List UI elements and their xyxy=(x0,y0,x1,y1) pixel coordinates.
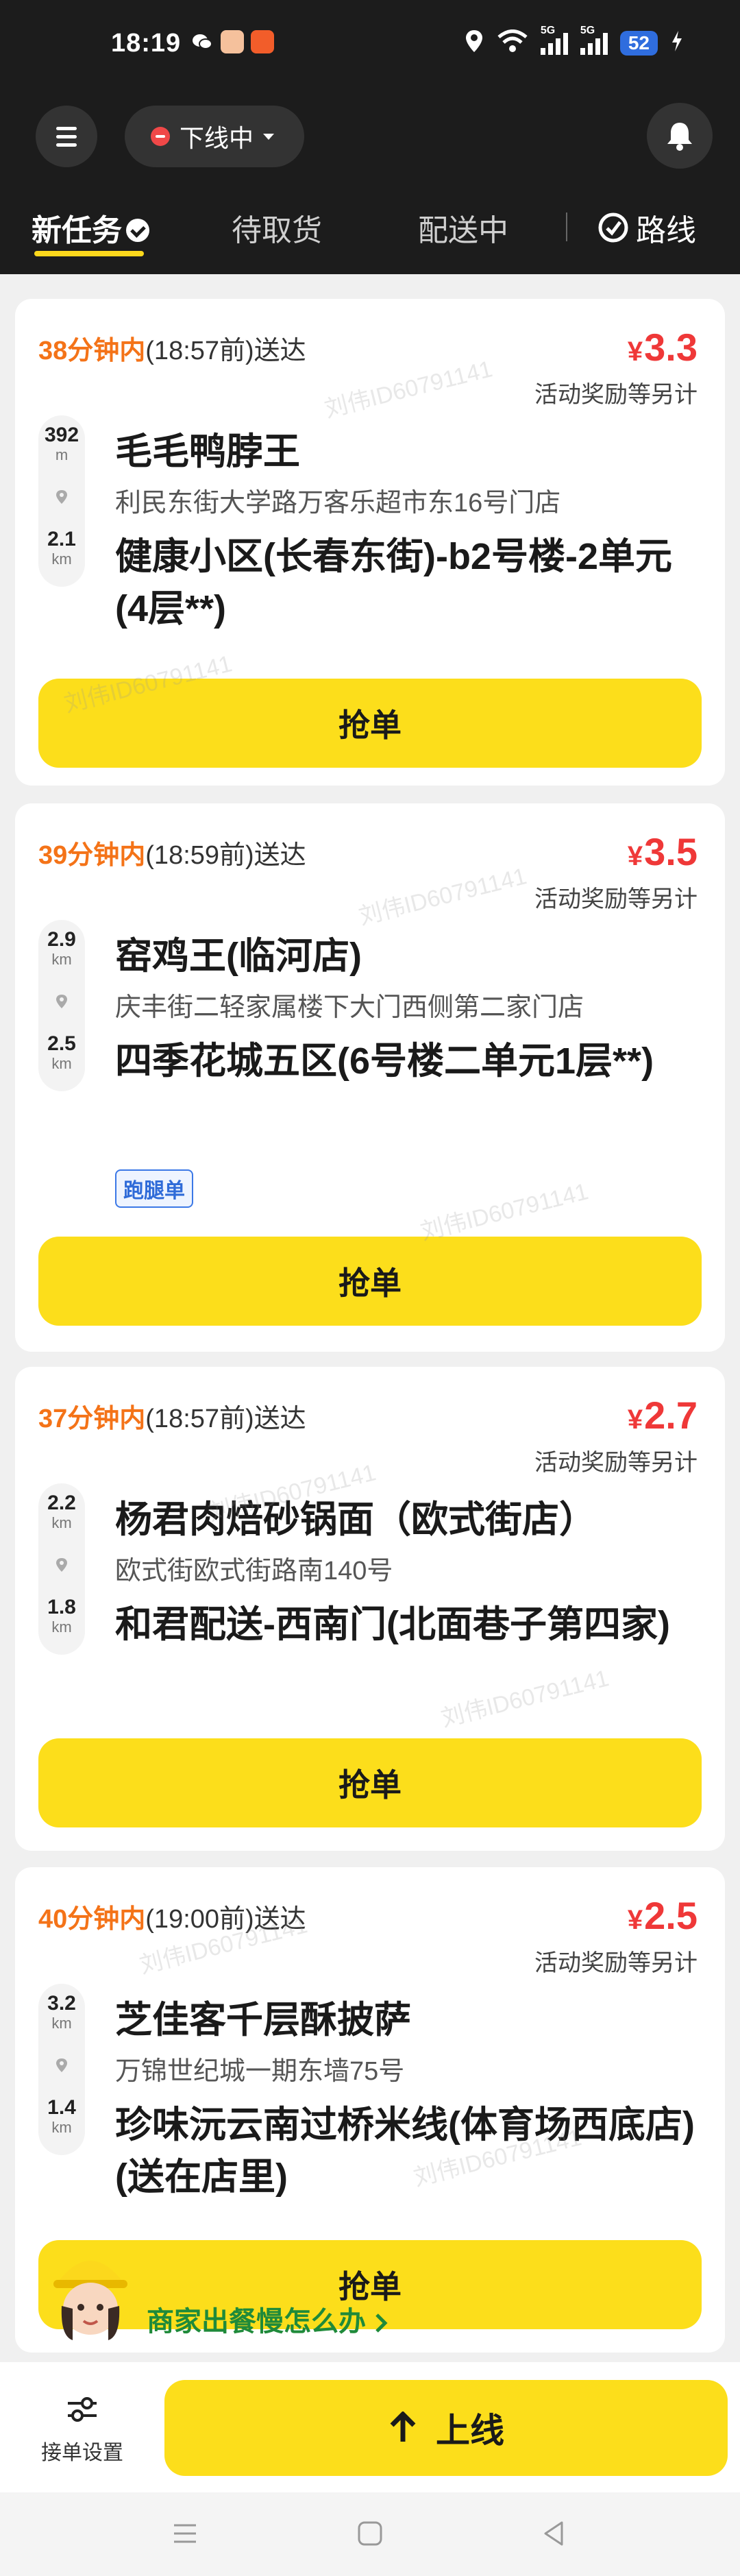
pickup-distance: 3.2 km xyxy=(47,1992,76,2032)
courier-avatar-icon xyxy=(53,2261,127,2340)
store-address: 欧式街欧式街路南140号 xyxy=(115,1557,393,1585)
bonus-note: 活动奖励等另计 xyxy=(534,1950,698,1976)
route-button[interactable]: 路线 xyxy=(597,206,696,250)
bonus-note: 活动奖励等另计 xyxy=(534,886,698,912)
distance-track: 2.2 km 1.8 km xyxy=(38,1483,85,1655)
store-name: 毛毛鸭脖王 xyxy=(115,431,300,472)
chevron-right-icon xyxy=(375,2313,388,2333)
pin-icon xyxy=(56,1558,67,1572)
back-icon[interactable] xyxy=(539,2518,569,2549)
location-icon xyxy=(464,29,484,57)
destination-address: 健康小区(长春东街)-b2号楼-2单元(4层**) xyxy=(115,536,672,629)
wechat-icon xyxy=(190,30,214,53)
app-store-icon xyxy=(251,30,274,53)
bonus-note: 活动奖励等另计 xyxy=(534,382,698,408)
charging-icon xyxy=(670,29,684,56)
delivery-deadline: 40分钟内(19:00前)送达 xyxy=(38,1905,306,1934)
order-settings-button[interactable]: 接单设置 xyxy=(27,2394,137,2466)
grab-order-button[interactable]: 抢单 xyxy=(38,679,702,768)
order-price: ¥3.5 xyxy=(627,830,698,873)
grab-order-button[interactable]: 抢单 xyxy=(38,1738,702,1827)
delivery-deadline: 37分钟内(18:57前)送达 xyxy=(38,1405,306,1433)
arrow-up-icon xyxy=(390,2411,416,2442)
errand-tag: 跑腿单 xyxy=(115,1169,193,1208)
delivery-distance: 1.8 km xyxy=(47,1596,76,1636)
tab-pending-pickup[interactable]: 待取货 xyxy=(232,206,322,250)
task-tabs: 新任务 待取货 配送中 路线 xyxy=(0,192,740,256)
pin-icon xyxy=(56,995,67,1008)
status-system-icons: 5G 5G 52 xyxy=(464,25,684,57)
pickup-distance: 392 m xyxy=(44,424,79,463)
signal-icon-2: 5G xyxy=(580,25,608,55)
order-card[interactable]: 39分钟内(18:59前)送达 ¥3.5 活动奖励等另计 2.9 km 2.5 km… xyxy=(15,803,725,1352)
active-tab-indicator xyxy=(34,251,144,256)
help-banner-text: 商家出餐慢怎么办 xyxy=(147,2299,388,2339)
distance-track: 3.2 km 1.4 km xyxy=(38,1984,85,2155)
delivery-distance: 2.5 km xyxy=(47,1032,76,1072)
app-avatar-icon xyxy=(221,30,244,53)
app-header: 18:19 5G 5G 52 下线中 新任务 待取货 配送中 路线 xyxy=(0,0,740,274)
tab-divider xyxy=(566,212,567,241)
pickup-distance: 2.9 km xyxy=(47,928,76,968)
chevron-down-icon xyxy=(263,133,275,140)
order-card[interactable]: 37分钟内(18:57前)送达 ¥2.7 活动奖励等另计 2.2 km 1.8 km… xyxy=(15,1367,725,1851)
pin-icon xyxy=(56,2058,67,2072)
order-price: ¥2.7 xyxy=(627,1394,698,1437)
status-time: 18:19 xyxy=(111,29,182,58)
order-card[interactable]: 38分钟内(18:57前)送达 ¥3.3 活动奖励等另计 392 m 2.1 km … xyxy=(15,299,725,786)
delivery-deadline: 38分钟内(18:57前)送达 xyxy=(38,337,306,365)
home-icon[interactable] xyxy=(355,2518,385,2549)
destination-address: 和君配送-西南门(北面巷子第四家) xyxy=(115,1604,670,1645)
bonus-note: 活动奖励等另计 xyxy=(534,1450,698,1476)
delivery-distance: 1.4 km xyxy=(47,2096,76,2136)
delivery-deadline: 39分钟内(18:59前)送达 xyxy=(38,841,306,870)
route-icon xyxy=(598,212,628,243)
store-address: 庆丰街二轻家属楼下大门西侧第二家门店 xyxy=(115,993,584,1022)
distance-track: 392 m 2.1 km xyxy=(38,415,85,587)
menu-button[interactable] xyxy=(36,106,97,167)
destination-address: 四季花城五区(6号楼二单元1层**) xyxy=(115,1041,654,1082)
grab-order-button[interactable]: 抢单 xyxy=(38,1237,702,1326)
delivery-distance: 2.1 km xyxy=(47,528,76,568)
online-status-dropdown[interactable]: 下线中 xyxy=(125,106,304,167)
bottom-bar: 接单设置 上线 xyxy=(0,2362,740,2492)
pickup-distance: 2.2 km xyxy=(47,1492,76,1531)
system-navigation-bar xyxy=(0,2492,740,2576)
wifi-icon xyxy=(497,29,528,56)
bell-icon xyxy=(667,123,692,151)
offline-icon xyxy=(151,127,170,146)
sliders-icon xyxy=(68,2397,97,2422)
status-bar: 18:19 5G 5G 52 xyxy=(0,0,740,96)
tab-delivering[interactable]: 配送中 xyxy=(418,206,508,250)
distance-track: 2.9 km 2.5 km xyxy=(38,920,85,1091)
store-name: 杨君肉焙砂锅面（欧式街店） xyxy=(115,1499,596,1540)
go-online-button[interactable]: 上线 xyxy=(164,2380,728,2476)
signal-icon: 5G xyxy=(540,25,568,55)
store-address: 万锦世纪城一期东墙75号 xyxy=(115,2057,405,2086)
store-name: 窑鸡王(临河店) xyxy=(115,936,362,977)
battery-indicator: 52 xyxy=(619,30,658,56)
status-notification-icons xyxy=(190,30,274,53)
check-icon xyxy=(126,219,149,243)
pin-icon xyxy=(56,490,67,504)
help-banner[interactable]: 商家出餐慢怎么办 xyxy=(42,2240,426,2343)
notification-button[interactable] xyxy=(647,103,713,169)
recent-apps-icon[interactable] xyxy=(170,2518,200,2549)
order-price: ¥3.3 xyxy=(627,326,698,369)
tab-new-tasks[interactable]: 新任务 xyxy=(32,206,149,250)
store-name: 芝佳客千层酥披萨 xyxy=(115,2000,411,2041)
order-price: ¥2.5 xyxy=(627,1894,698,1937)
online-status-label: 下线中 xyxy=(180,124,254,152)
store-address: 利民东街大学路万客乐超市东16号门店 xyxy=(115,489,561,518)
destination-address: 珍味沅云南过桥米线(体育场西底店)(送在店里) xyxy=(115,2104,695,2198)
